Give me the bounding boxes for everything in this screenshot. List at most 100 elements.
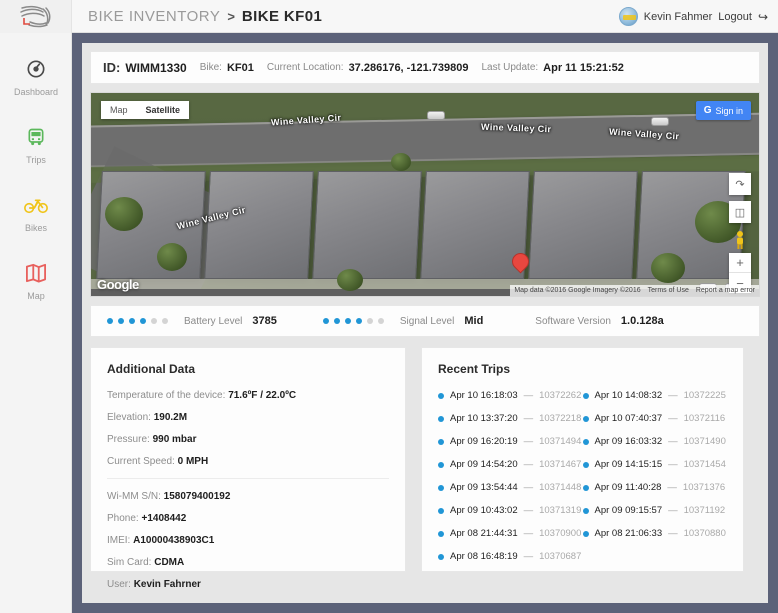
- trip-list-item[interactable]: Apr 10 13:37:20 — 10372218: [438, 413, 583, 424]
- breadcrumb-root[interactable]: BIKE INVENTORY: [88, 8, 220, 25]
- google-signin-button[interactable]: G Sign in: [695, 101, 751, 120]
- trip-id: 10372225: [683, 390, 726, 401]
- trip-list-item[interactable]: Apr 09 13:54:44 — 10371448: [438, 482, 583, 493]
- sidebar-item-map[interactable]: Map: [0, 251, 72, 309]
- trip-list-item[interactable]: Apr 09 11:40:28 — 10371376: [582, 482, 728, 493]
- sidebar-item-dashboard[interactable]: Dashboard: [0, 47, 72, 105]
- trip-id: 10372116: [683, 413, 726, 424]
- location-label: Current Location:: [266, 62, 344, 73]
- sidebar-item-trips[interactable]: Trips: [0, 115, 72, 173]
- trip-bullet-icon: [582, 461, 589, 468]
- trip-list-item[interactable]: Apr 09 14:15:15 — 10371454: [582, 459, 728, 470]
- location-value: 37.286176, -121.739809: [348, 61, 469, 74]
- trip-list-item[interactable]: Apr 09 16:20:19 — 10371494: [438, 436, 583, 447]
- content-frame: ID: WIMM1330 Bike: KF01 Current Location…: [72, 33, 778, 613]
- trip-list-item[interactable]: Apr 09 09:15:57 — 10371192: [582, 505, 728, 516]
- trip-list-item[interactable]: Apr 10 14:08:32 — 10372225: [582, 390, 728, 401]
- top-header-bar: BIKE INVENTORY > BIKE KF01 Kevin Fahmer …: [0, 0, 778, 33]
- data-row-imei: IMEI: A10000438903C1: [107, 535, 389, 546]
- trip-separator: —: [523, 482, 534, 493]
- terms-of-use-link[interactable]: Terms of Use: [648, 287, 689, 294]
- breadcrumb-current: BIKE KF01: [241, 7, 323, 25]
- sidebar-item-bikes[interactable]: Bikes: [0, 183, 72, 241]
- map-type-switcher[interactable]: Map Satellite: [101, 101, 190, 119]
- trip-list-item[interactable]: Apr 08 21:44:31 — 10370900: [438, 528, 583, 539]
- trip-separator: —: [668, 528, 678, 539]
- trip-bullet-icon: [438, 438, 444, 445]
- serial-number-label: Wi-MM S/N:: [107, 491, 161, 502]
- trip-separator: —: [523, 459, 534, 470]
- content-inner: ID: WIMM1330 Bike: KF01 Current Location…: [82, 43, 768, 603]
- trip-list-item[interactable]: Apr 09 10:43:02 — 10371319: [438, 505, 583, 516]
- trip-id: 10371192: [683, 505, 726, 516]
- trip-timestamp: Apr 09 13:54:44: [450, 482, 518, 493]
- trip-list-item[interactable]: Apr 09 16:03:32 — 10371490: [582, 436, 728, 447]
- last-update-label: Last Update:: [481, 62, 539, 73]
- google-g-icon: G: [703, 105, 712, 116]
- trip-id: 10370900: [539, 528, 582, 539]
- location-pin[interactable]: [512, 253, 527, 275]
- trip-timestamp: Apr 09 14:54:20: [450, 459, 518, 470]
- additional-data-title: Additional Data: [107, 362, 196, 376]
- pressure-label: Pressure:: [107, 434, 150, 445]
- recent-trips-panel: Recent Trips Apr 10 16:18:03—10372262 Apr…: [421, 347, 744, 572]
- trip-bullet-icon: [582, 530, 589, 537]
- compass-icon[interactable]: ↷: [729, 173, 751, 195]
- map-type-satellite[interactable]: Satellite: [137, 101, 190, 119]
- breadcrumb-separator-icon: >: [227, 8, 235, 24]
- trip-timestamp: Apr 10 13:37:20: [450, 413, 518, 424]
- trip-id: 10370687: [539, 551, 582, 562]
- trip-id: 10371376: [682, 482, 726, 493]
- trip-bullet-icon: [582, 484, 589, 491]
- zoom-in-button[interactable]: +: [729, 253, 751, 273]
- trip-timestamp: Apr 09 16:03:32: [594, 436, 663, 447]
- sidebar-label-trips: Trips: [26, 154, 46, 165]
- user-menu[interactable]: Kevin Fahmer Logout ↪: [618, 0, 768, 33]
- battery-level-value: 3785: [252, 315, 277, 327]
- recent-trips-list: Apr 10 16:18:03 — 10372262 Apr 10 14:08:32 —…: [438, 390, 727, 574]
- recent-trips-title: Recent Trips: [438, 362, 511, 376]
- logout-button[interactable]: Logout: [718, 11, 752, 23]
- id-label: ID:: [103, 60, 121, 75]
- trip-list-item[interactable]: Apr 08 21:06:33 — 10370880: [582, 528, 728, 539]
- temperature-value: 71.6ºF / 22.0ºC: [228, 390, 297, 401]
- trip-separator: —: [523, 505, 534, 516]
- map-attribution: Map data ©2016 Google Imagery ©2016 Term…: [510, 285, 759, 296]
- fullscreen-icon[interactable]: ◫: [729, 201, 751, 223]
- map-type-map[interactable]: Map: [101, 101, 137, 119]
- battery-level-label: Battery Level: [184, 315, 243, 327]
- software-version-label: Software Version: [535, 315, 611, 327]
- phone-label: Phone:: [107, 513, 139, 524]
- trip-list-item[interactable]: Apr 09 14:54:20 — 10371467: [438, 459, 583, 470]
- trip-list-item[interactable]: Apr 10 16:18:03 — 10372262: [438, 390, 583, 401]
- trip-separator: —: [523, 413, 534, 424]
- map-widget[interactable]: Wine Valley Cir Wine Valley Cir Wine Val…: [90, 92, 760, 297]
- trip-timestamp: Apr 10 14:08:32: [594, 390, 663, 401]
- map-data-attribution: Map data ©2016 Google Imagery ©2016: [514, 287, 641, 294]
- trip-id: 10371467: [539, 459, 582, 470]
- report-map-error-link[interactable]: Report a map error: [696, 287, 755, 294]
- app-logo[interactable]: [0, 0, 72, 33]
- sidebar-label-dashboard: Dashboard: [13, 86, 59, 97]
- trip-separator: —: [668, 390, 678, 401]
- trip-timestamp: Apr 10 16:18:03: [450, 390, 518, 401]
- sign-out-icon[interactable]: ↪: [758, 11, 768, 23]
- compass-icon: [26, 56, 46, 82]
- trip-list-item[interactable]: Apr 08 16:48:19 — 10370687: [438, 551, 583, 562]
- additional-data-panel: Additional Data Temperature of the devic…: [90, 347, 406, 590]
- temperature-label: Temperature of the device:: [107, 390, 226, 401]
- phone-value: +1408442: [141, 513, 187, 524]
- trip-id: 10370880: [683, 528, 726, 539]
- avatar: [618, 7, 638, 26]
- trip-bullet-icon: [582, 415, 589, 422]
- trip-bullet-icon: [582, 392, 589, 399]
- sidebar-nav: Dashboard Trips Bikes Map: [0, 33, 72, 613]
- serial-number-value: 158079400192: [163, 491, 231, 502]
- data-row-sim-card: Sim Card: CDMA: [107, 557, 389, 568]
- pegman-icon[interactable]: [729, 229, 751, 251]
- data-row-serial-number: Wi-MM S/N: 158079400192: [107, 491, 389, 502]
- satellite-imagery: [91, 93, 759, 296]
- trip-list-item[interactable]: Apr 10 07:40:37 — 10372116: [582, 413, 728, 424]
- current-speed-label: Current Speed:: [107, 456, 175, 467]
- elevation-value: 190.2M: [153, 412, 188, 423]
